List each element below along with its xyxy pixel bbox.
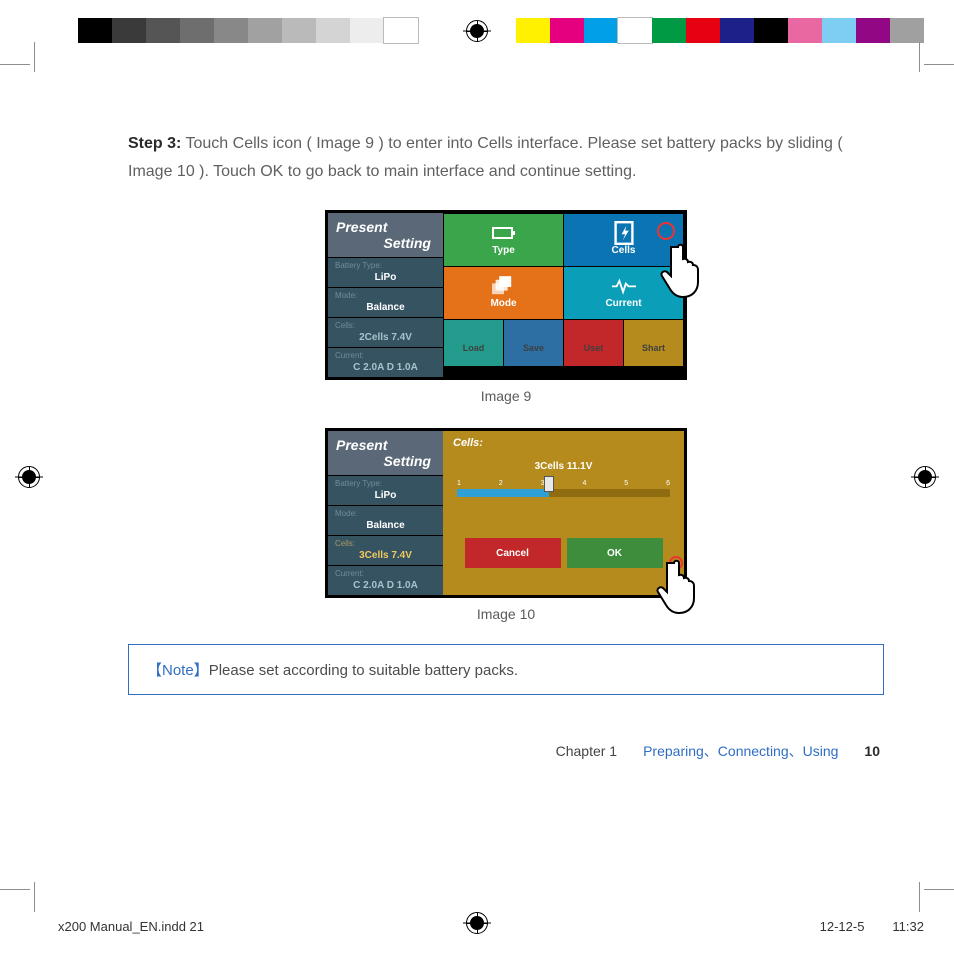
label: Battery Type: [335, 261, 436, 270]
label: Battery Type: [335, 479, 436, 488]
label: Current: [335, 351, 436, 360]
sidebar-cells: Cells: 3Cells 7.4V [328, 535, 443, 565]
page-content: Step 3: Touch Cells icon ( Image 9 ) to … [128, 130, 884, 761]
tile-current[interactable]: Current [564, 267, 683, 319]
tile-label: Type [492, 245, 515, 256]
caption-image10: Image 10 [128, 606, 884, 622]
value: C 2.0A D 1.0A [335, 578, 436, 591]
step-body: Touch Cells icon ( Image 9 ) to enter in… [128, 135, 843, 180]
value: C 2.0A D 1.0A [335, 360, 436, 373]
cells-value: 3Cells 11.1V [453, 461, 674, 472]
present-setting-sidebar: Present Setting Battery Type: LiPo Mode:… [328, 213, 443, 377]
label: Mode: [335, 509, 436, 518]
sidebar-mode: Mode: Balance [328, 505, 443, 535]
dialog-buttons: Cancel OK [453, 538, 674, 568]
crop-mark [34, 882, 35, 912]
present-setting-sidebar: Present Setting Battery Type: LiPo Mode:… [328, 431, 443, 595]
tiles-grid: Type Cells Mode [443, 213, 684, 377]
step-label: Step 3: [128, 135, 181, 152]
crop-mark [34, 42, 35, 72]
sidebar-battery-type: Battery Type: LiPo [328, 475, 443, 505]
label: Cells: [335, 321, 436, 330]
cancel-button[interactable]: Cancel [465, 538, 561, 568]
indd-date: 12-12-5 [820, 919, 865, 934]
value: LiPo [335, 488, 436, 501]
crop-mark [919, 882, 920, 912]
indesign-slug: x200 Manual_EN.indd 21 12-12-5 11:32 [58, 919, 924, 934]
sidebar-cells: Cells: 2Cells 7.4V [328, 317, 443, 347]
cells-panel: Cells: 3Cells 11.1V 123456 Cancel OK [443, 431, 684, 595]
highlight-ring-icon [657, 222, 675, 240]
value: LiPo [335, 270, 436, 283]
page-number: 10 [864, 743, 880, 759]
chapter-footer: Chapter 1 Preparing、Connecting、Using 10 [128, 741, 884, 761]
sidebar-title-l1: Present [336, 437, 387, 453]
sidebar-title-l2: Setting [336, 235, 435, 251]
indd-file: x200 Manual_EN.indd 21 [58, 919, 204, 934]
screenshot-image10: Present Setting Battery Type: LiPo Mode:… [325, 428, 687, 598]
crop-mark [924, 64, 954, 65]
sidebar-current: Current: C 2.0A D 1.0A [328, 565, 443, 595]
sidebar-title-l1: Present [336, 219, 387, 235]
step-text: Step 3: Touch Cells icon ( Image 9 ) to … [128, 130, 884, 186]
sidebar-title: Present Setting [328, 213, 443, 257]
tile-shart[interactable]: Shart [624, 320, 683, 366]
tile-label: Current [605, 298, 641, 309]
tile-type[interactable]: Type [444, 214, 563, 266]
cells-slider[interactable]: 123456 [457, 480, 670, 508]
sidebar-mode: Mode: Balance [328, 287, 443, 317]
stack-icon [492, 277, 516, 295]
reg-bar-color [516, 18, 924, 43]
tile-load[interactable]: Load [444, 320, 503, 366]
sidebar-title-l2: Setting [336, 453, 435, 469]
tile-cells[interactable]: Cells [564, 214, 683, 266]
ok-button[interactable]: OK [567, 538, 663, 568]
crop-mark [0, 889, 30, 890]
registration-target-icon [914, 466, 936, 488]
tile-label: Mode [490, 298, 516, 309]
note-tag: 【Note】 [147, 662, 209, 679]
sidebar-current: Current: C 2.0A D 1.0A [328, 347, 443, 377]
value: 2Cells 7.4V [335, 330, 436, 343]
tile-label: Save [523, 343, 544, 353]
sidebar-title: Present Setting [328, 431, 443, 475]
note-box: 【Note】Please set according to suitable b… [128, 644, 884, 695]
label: Mode: [335, 291, 436, 300]
chapter-label: Chapter 1 [556, 743, 617, 759]
label: Current: [335, 569, 436, 578]
sidebar-battery-type: Battery Type: LiPo [328, 257, 443, 287]
registration-target-icon [18, 466, 40, 488]
tile-label: Shart [642, 343, 665, 353]
tile-mode[interactable]: Mode [444, 267, 563, 319]
slider-track [457, 489, 670, 497]
chapter-links: Preparing、Connecting、Using [643, 741, 838, 761]
value: 3Cells 7.4V [335, 548, 436, 561]
slider-ticks: 123456 [457, 480, 670, 487]
slider-thumb[interactable] [544, 476, 554, 492]
indd-time: 11:32 [892, 919, 924, 934]
bolt-icon [612, 224, 636, 242]
reg-bar-grayscale [78, 18, 418, 43]
crop-mark [919, 42, 920, 72]
registration-target-icon [466, 20, 488, 42]
note-text: Please set according to suitable battery… [209, 662, 518, 679]
value: Balance [335, 300, 436, 313]
tile-label: Load [463, 343, 485, 353]
crop-mark [0, 64, 30, 65]
pulse-icon [612, 277, 636, 295]
battery-icon [492, 224, 516, 242]
bottom-tile-row: Load Save Uset [444, 320, 683, 366]
tile-label: Cells [612, 245, 636, 256]
slider-fill [457, 489, 549, 497]
cells-label: Cells: [453, 437, 674, 449]
label: Cells: [335, 539, 436, 548]
value: Balance [335, 518, 436, 531]
tile-uset[interactable]: Uset [564, 320, 623, 366]
crop-mark [924, 889, 954, 890]
screenshot-image9: Present Setting Battery Type: LiPo Mode:… [325, 210, 687, 380]
tile-save[interactable]: Save [504, 320, 563, 366]
tile-label: Uset [584, 343, 604, 353]
caption-image9: Image 9 [128, 388, 884, 404]
